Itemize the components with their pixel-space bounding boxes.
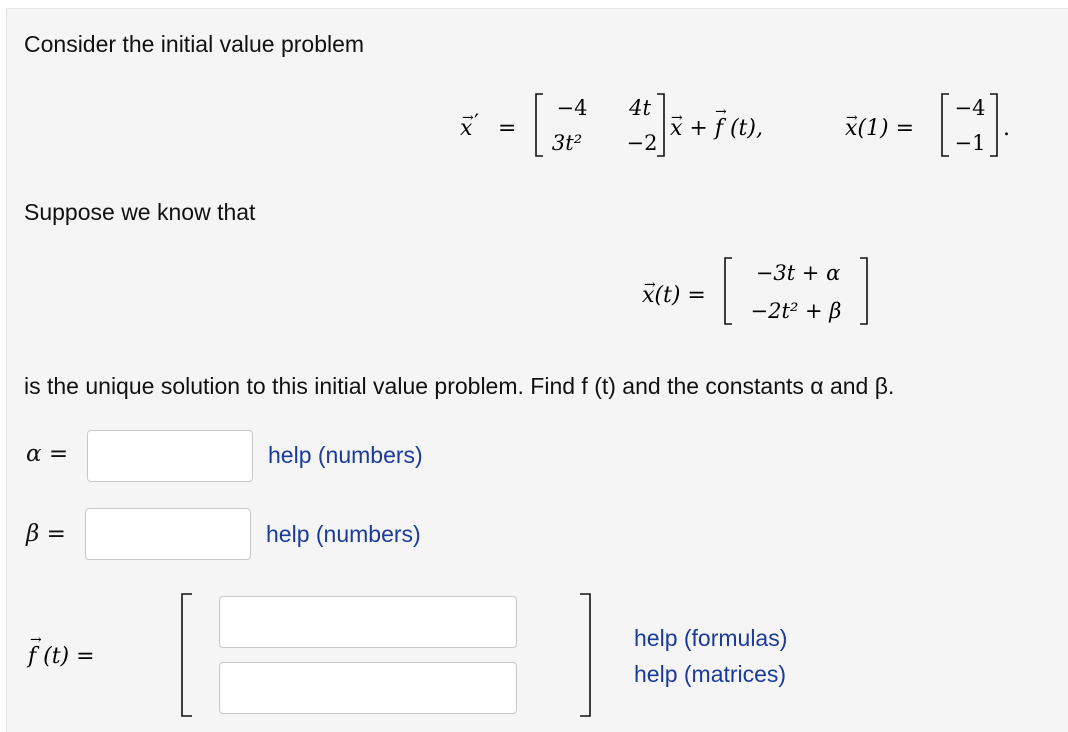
- beta-input[interactable]: [85, 508, 251, 560]
- alpha-help-link[interactable]: help (numbers): [268, 441, 423, 469]
- vector-arrow-icon: →: [644, 277, 656, 293]
- ic-end: .: [1003, 116, 1010, 141]
- solution-entry-1: −3t + α: [756, 261, 841, 285]
- vector-arrow-icon: →: [30, 632, 42, 648]
- ic-vector-2: −1: [955, 131, 986, 155]
- task-text: is the unique solution to this initial v…: [24, 373, 895, 399]
- problem-intro: Consider the initial value problem: [24, 31, 365, 57]
- suppose-text: Suppose we know that: [24, 199, 256, 225]
- ic-vector-1: −4: [955, 96, 986, 120]
- alpha-label: α =: [26, 441, 69, 467]
- f-left-bracket: [181, 593, 192, 717]
- vector-arrow-icon: →: [671, 110, 683, 126]
- matrix-right-bracket: [657, 93, 665, 157]
- beta-help-link[interactable]: help (numbers): [266, 520, 421, 548]
- ode-equals: =: [498, 116, 516, 141]
- prime-mark: ′: [474, 111, 479, 136]
- solution-left-bracket: [724, 257, 732, 325]
- formulas-help-link[interactable]: help (formulas): [634, 624, 787, 652]
- f-entry-2-input[interactable]: [219, 662, 517, 714]
- matrix-cell-12: 4t: [628, 96, 651, 120]
- f-right-bracket: [580, 593, 591, 717]
- ic-right-bracket: [990, 93, 998, 157]
- matrix-cell-22: −2: [627, 131, 658, 155]
- vector-arrow-icon: →: [715, 104, 727, 120]
- solution-entry-2: −2t² + β: [751, 299, 842, 323]
- vector-arrow-icon: →: [462, 110, 474, 126]
- beta-label: β =: [26, 521, 66, 547]
- matrix-cell-11: −4: [557, 96, 588, 120]
- ic-left-bracket: [941, 93, 949, 157]
- vector-arrow-icon: →: [846, 110, 858, 126]
- matrix-cell-21: 3t²: [552, 131, 582, 155]
- alpha-input[interactable]: [87, 430, 253, 482]
- matrix-left-bracket: [535, 93, 543, 157]
- f-entry-1-input[interactable]: [219, 596, 517, 648]
- f-label-math: f (t) = →: [26, 632, 95, 669]
- solution-equation: x(t) = → −3t + α −2t² + β: [642, 257, 868, 325]
- solution-right-bracket: [860, 257, 868, 325]
- ode-equation: x → ′ = −4 4t 3t² −2 x + f (t), → → x(1)…: [460, 93, 1010, 157]
- matrices-help-link[interactable]: help (matrices): [634, 660, 786, 688]
